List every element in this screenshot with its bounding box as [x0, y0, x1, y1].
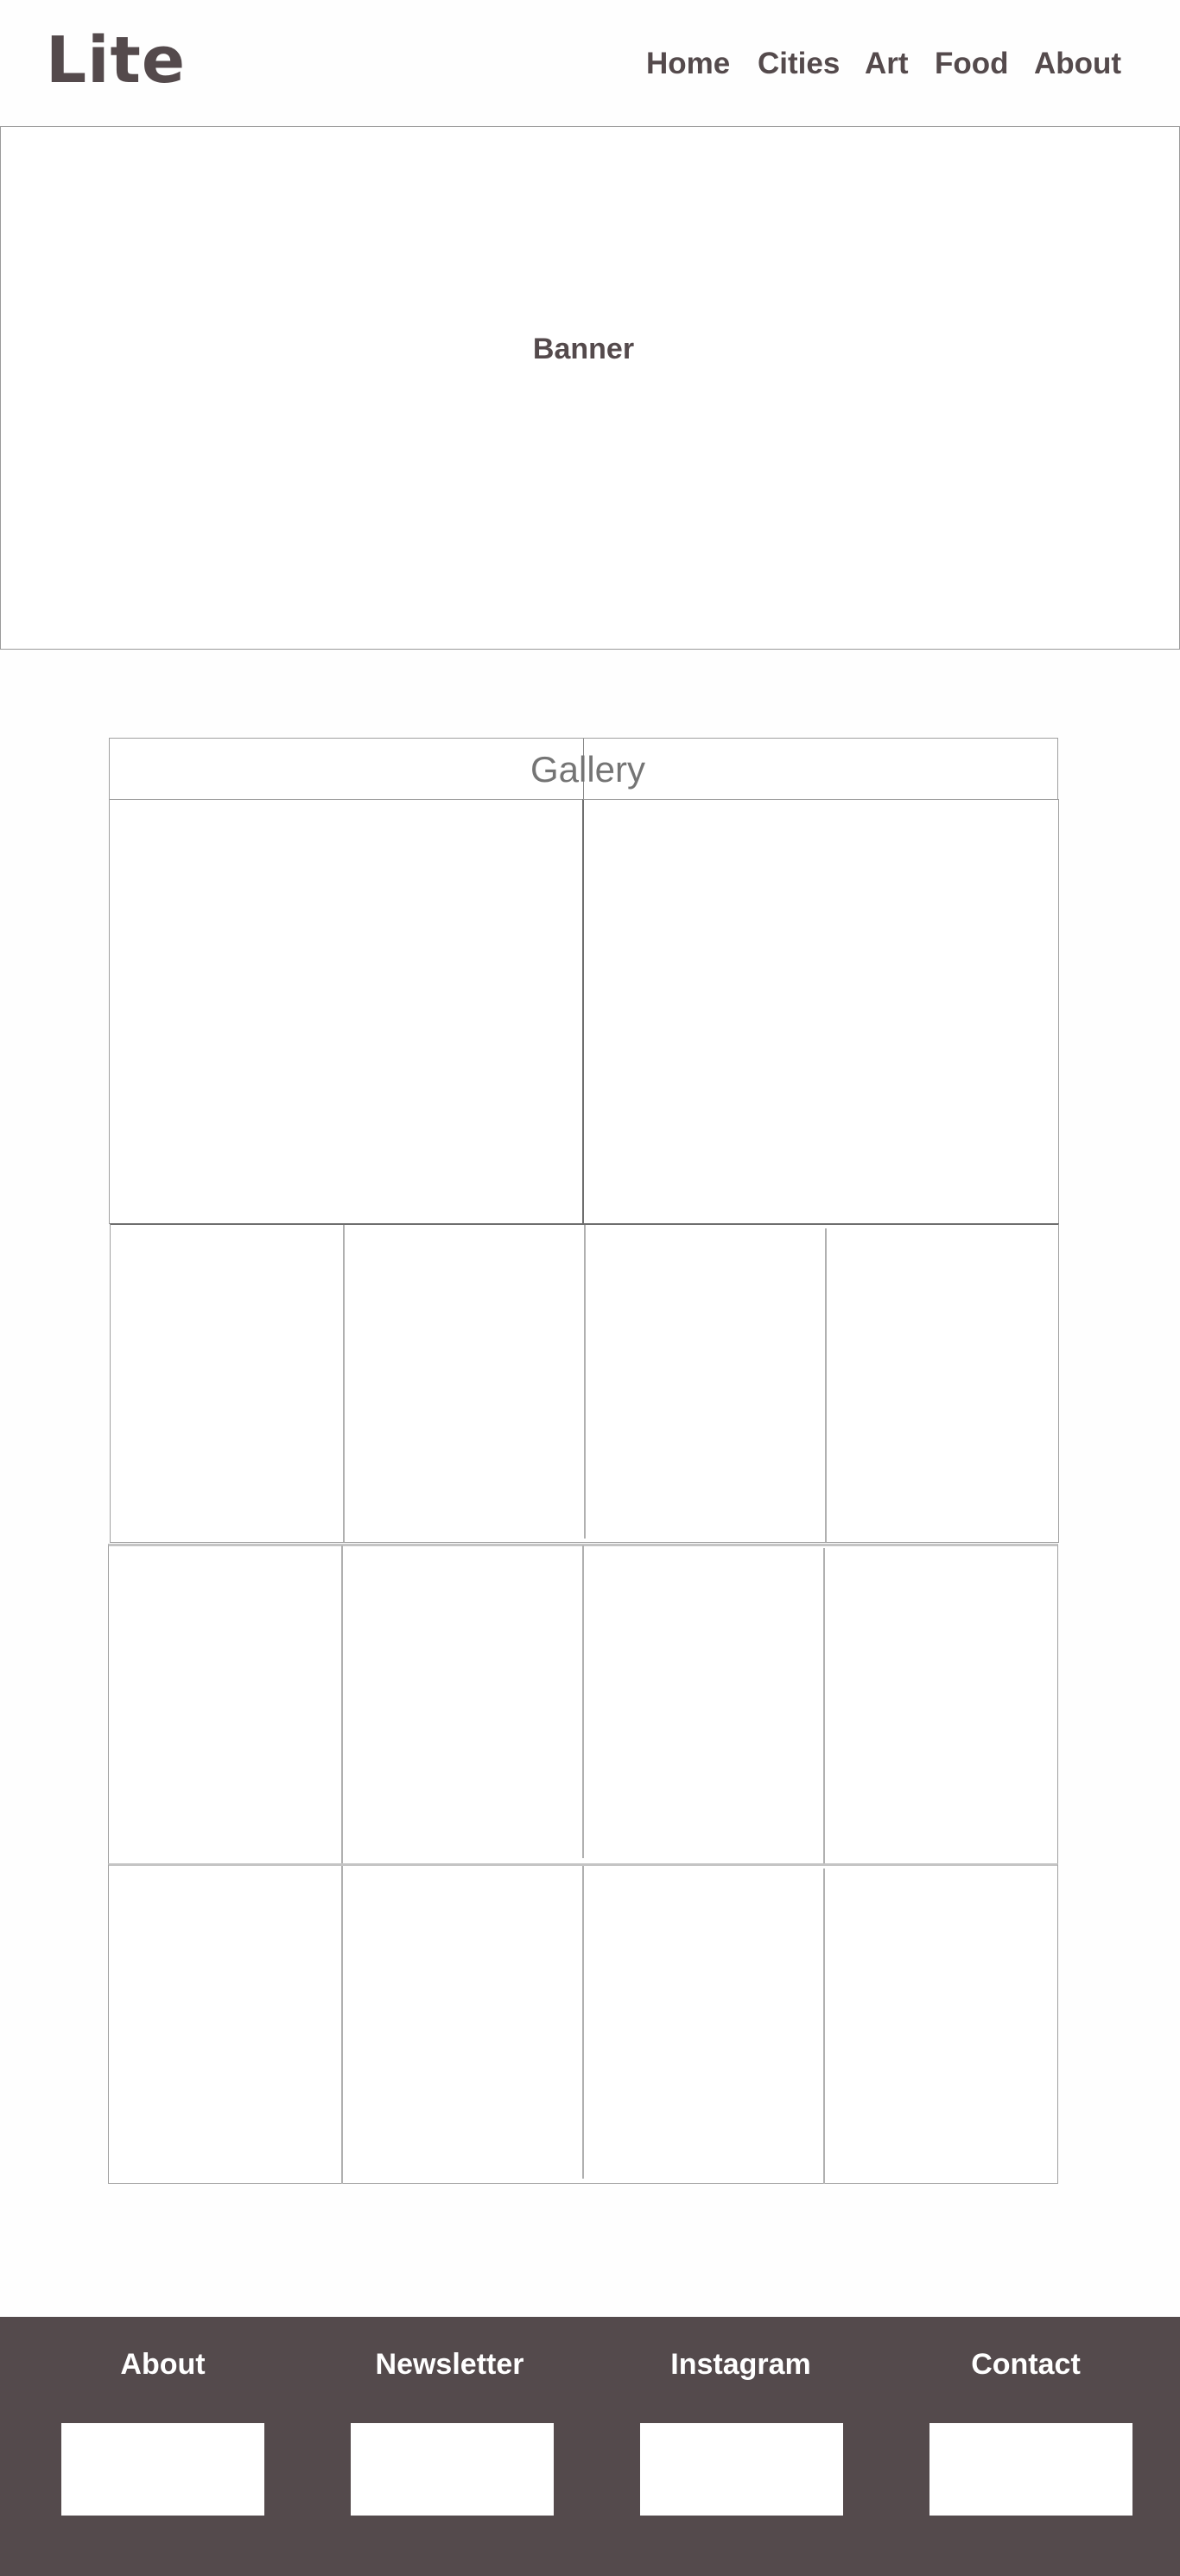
- footer-heading-about[interactable]: About: [61, 2347, 264, 2382]
- banner-label: Banner: [532, 333, 635, 365]
- nav-home[interactable]: Home: [646, 41, 730, 86]
- footer-col-contact: Contact: [929, 2317, 1132, 2576]
- gallery-tile-r2-c1[interactable]: [109, 1546, 340, 1862]
- nav-cities[interactable]: Cities: [758, 41, 840, 86]
- gallery-tile-r1-c3[interactable]: [586, 1225, 824, 1541]
- footer-heading-newsletter[interactable]: Newsletter: [346, 2347, 554, 2382]
- footer-box-newsletter[interactable]: [351, 2423, 554, 2516]
- footer-col-instagram: Instagram: [640, 2317, 843, 2576]
- footer-col-newsletter: Newsletter: [351, 2317, 554, 2576]
- footer-box-about[interactable]: [61, 2423, 264, 2516]
- gallery-tile-r2-c2[interactable]: [343, 1546, 581, 1862]
- gallery-tile-r3-c4[interactable]: [825, 1866, 1057, 2182]
- gallery-tile-r1-c1[interactable]: [111, 1225, 342, 1541]
- nav-art[interactable]: Art: [865, 41, 909, 86]
- footer: About Newsletter Instagram Contact: [0, 2317, 1180, 2576]
- banner: Banner: [0, 126, 1180, 650]
- footer-col-about: About: [61, 2317, 264, 2576]
- gallery-tile-r2-c3[interactable]: [584, 1546, 822, 1862]
- gallery-tile-r3-c2[interactable]: [343, 1866, 581, 2182]
- nav-about[interactable]: About: [1034, 41, 1121, 86]
- gallery-tile-r3-c1[interactable]: [109, 1866, 340, 2182]
- gallery-tile-large-2[interactable]: [582, 799, 1059, 1224]
- gallery-tile-large-1[interactable]: [109, 799, 583, 1224]
- gallery-title: Gallery: [530, 749, 646, 790]
- gallery-tile-r1-c4[interactable]: [827, 1225, 1058, 1541]
- site-logo[interactable]: Lite: [46, 17, 186, 104]
- gallery-header: Gallery: [109, 738, 1058, 800]
- footer-heading-contact[interactable]: Contact: [919, 2347, 1132, 2382]
- footer-box-instagram[interactable]: [640, 2423, 843, 2516]
- footer-heading-instagram[interactable]: Instagram: [638, 2347, 843, 2382]
- gallery-tile-r1-c2[interactable]: [345, 1225, 583, 1541]
- footer-box-contact[interactable]: [929, 2423, 1132, 2516]
- gallery-tile-r2-c4[interactable]: [825, 1546, 1057, 1862]
- gallery-tile-r3-c3[interactable]: [584, 1866, 822, 2182]
- nav-food[interactable]: Food: [935, 41, 1009, 86]
